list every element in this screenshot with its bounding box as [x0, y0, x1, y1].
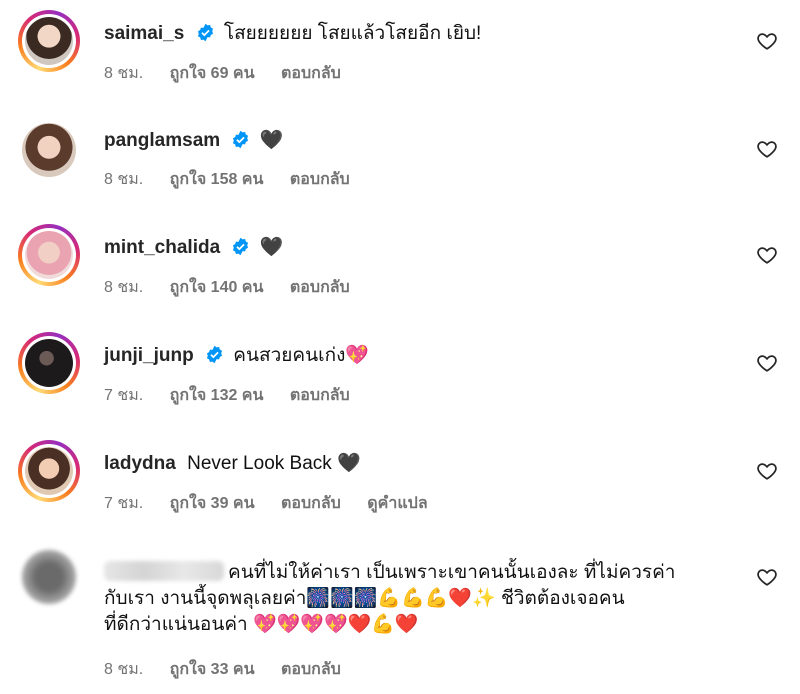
comment-username[interactable]: junji_junp [104, 345, 194, 366]
avatar[interactable] [22, 123, 76, 177]
avatar[interactable] [18, 10, 80, 72]
reply-button[interactable]: ตอบกลับ [281, 495, 341, 512]
reply-button[interactable]: ตอบกลับ [281, 661, 341, 678]
comment-likes[interactable]: ถูกใจ 132 คน [170, 387, 264, 404]
avatar[interactable] [22, 550, 76, 604]
reply-button[interactable]: ตอบกลับ [290, 387, 350, 404]
comment-text: 🖤 [259, 237, 284, 258]
heart-outline-icon[interactable] [756, 566, 778, 588]
comment-likes[interactable]: ถูกใจ 69 คน [170, 65, 255, 82]
avatar[interactable] [18, 332, 80, 394]
reply-button[interactable]: ตอบกลับ [281, 65, 341, 82]
verified-badge-icon [233, 130, 249, 149]
comment-text: คนที่ไม่ให้ค่าเรา เป็นเพราะเขาคนนั้นเองล… [228, 562, 676, 583]
comment-text: 🖤 [259, 130, 284, 151]
avatar[interactable] [18, 224, 80, 286]
comment-username[interactable]: saimai_s [104, 23, 184, 44]
heart-outline-icon[interactable] [756, 460, 778, 482]
comment-text: คนสวยคนเก่ง💖 [233, 345, 370, 366]
comment-time[interactable]: 7 ชม. [104, 387, 143, 404]
comment-username[interactable]: mint_chalida [104, 237, 220, 258]
comment-text: กับเรา งานนี้จุดพลุเลยค่า🎆🎆🎆💪💪💪❤️✨ ชีวิต… [104, 588, 625, 609]
blurred-username[interactable] [104, 561, 224, 581]
reply-button[interactable]: ตอบกลับ [290, 279, 350, 296]
comment-likes[interactable]: ถูกใจ 33 คน [170, 661, 255, 678]
comment-likes[interactable]: ถูกใจ 39 คน [170, 495, 255, 512]
comment-time[interactable]: 8 ชม. [104, 279, 143, 296]
comment-text: ที่ดีกว่าแน่นอนค่า 💖💖💖💖❤️💪❤️ [104, 614, 419, 635]
heart-outline-icon[interactable] [756, 30, 778, 52]
comment-text: โสยยยยยย โสยแล้วโสยอีก เยิบ! [223, 23, 482, 44]
translate-button[interactable]: ดูคำแปล [367, 495, 427, 512]
verified-badge-icon [206, 345, 223, 364]
avatar[interactable] [18, 440, 80, 502]
comment-time[interactable]: 8 ชม. [104, 65, 143, 82]
heart-outline-icon[interactable] [756, 138, 778, 160]
heart-outline-icon[interactable] [756, 244, 778, 266]
comment-likes[interactable]: ถูกใจ 158 คน [170, 171, 264, 188]
comment-likes[interactable]: ถูกใจ 140 คน [170, 279, 264, 296]
comment-text: Never Look Back 🖤 [187, 453, 361, 474]
verified-badge-icon [197, 23, 213, 42]
comment-username[interactable]: panglamsam [104, 130, 220, 151]
comment-time[interactable]: 8 ชม. [104, 171, 143, 188]
comment-time[interactable]: 8 ชม. [104, 661, 143, 678]
comment-username[interactable]: ladydna [104, 453, 176, 474]
heart-outline-icon[interactable] [756, 352, 778, 374]
reply-button[interactable]: ตอบกลับ [290, 171, 350, 188]
comment-time[interactable]: 7 ชม. [104, 495, 143, 512]
verified-badge-icon [233, 237, 249, 256]
